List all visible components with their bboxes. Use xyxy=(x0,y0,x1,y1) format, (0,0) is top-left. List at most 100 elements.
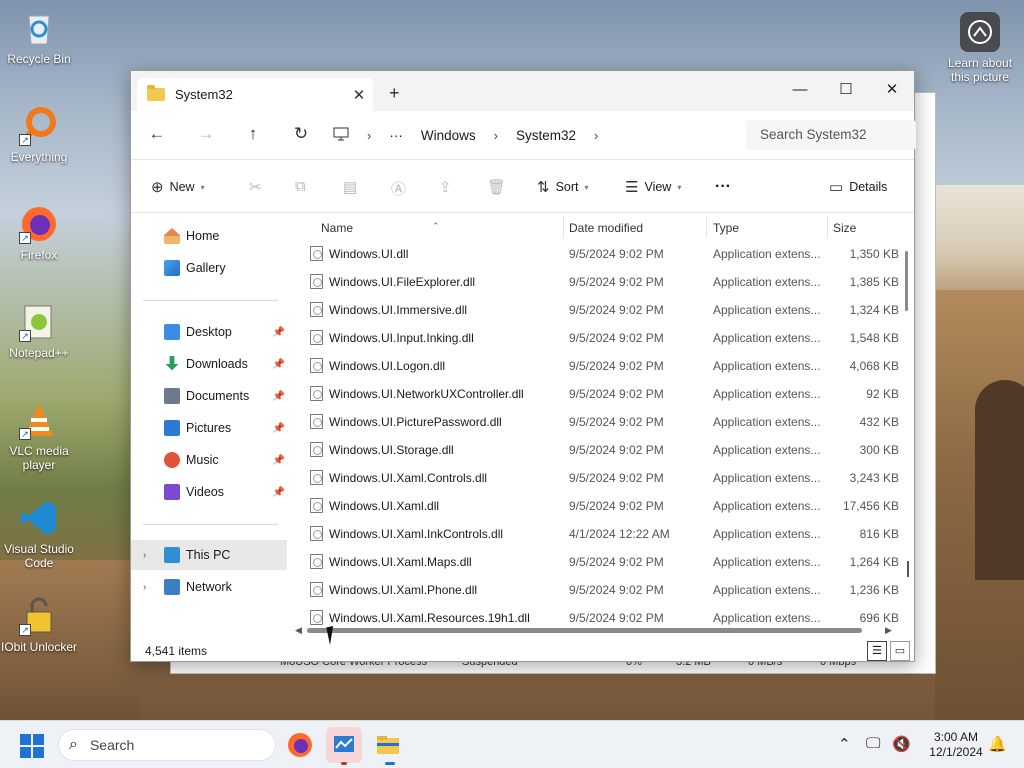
breadcrumb-system32[interactable]: System32 xyxy=(516,128,576,143)
column-type[interactable]: Type xyxy=(713,221,739,235)
horizontal-scrollbar-thumb[interactable] xyxy=(307,628,862,633)
desktop-icon-firefox[interactable]: ↗ Firefox xyxy=(0,204,78,262)
taskbar-file-explorer[interactable] xyxy=(370,727,406,763)
tab-system32[interactable]: System32 ✕ xyxy=(137,78,373,111)
desktop-icon-vscode[interactable]: Visual Studio Code xyxy=(0,498,78,570)
chevron-right-icon[interactable]: › xyxy=(143,550,146,561)
pin-icon[interactable]: 📌 xyxy=(273,327,285,338)
pin-icon[interactable]: 📌 xyxy=(273,391,285,402)
vertical-scrollbar-indicator[interactable] xyxy=(907,561,909,577)
scroll-right-icon[interactable]: ▶ xyxy=(885,625,892,636)
vertical-scrollbar-thumb[interactable] xyxy=(905,251,908,311)
column-name[interactable]: Name xyxy=(321,221,353,235)
sidebar-item-network[interactable]: › Network xyxy=(131,572,287,602)
close-tab-icon[interactable]: ✕ xyxy=(345,86,373,104)
file-row[interactable]: Windows.UI.Xaml.InkControls.dll 4/1/2024 … xyxy=(296,520,916,548)
minimize-icon[interactable]: — xyxy=(777,75,823,105)
column-divider[interactable] xyxy=(827,216,828,238)
chevron-right-icon[interactable]: › xyxy=(143,582,146,593)
file-size: 4,068 KB xyxy=(849,359,899,373)
clock[interactable]: 3:00 AM 12/1/2024 xyxy=(920,730,992,760)
refresh-icon[interactable]: ↻ xyxy=(289,124,313,144)
view-button[interactable]: ☰ View ▾ xyxy=(625,178,681,196)
delete-button[interactable]: 🗑 xyxy=(487,178,512,196)
breadcrumb-windows[interactable]: Windows xyxy=(421,128,476,143)
column-divider[interactable] xyxy=(706,216,707,238)
desktop-icon-everything[interactable]: ↗ Everything xyxy=(0,106,78,164)
taskbar-search-label: Search xyxy=(89,737,135,753)
pin-icon[interactable]: 📌 xyxy=(273,359,285,370)
file-row[interactable]: Windows.UI.Xaml.Phone.dll 9/5/2024 9:02 P… xyxy=(296,576,916,604)
back-icon[interactable]: ← xyxy=(145,124,169,144)
file-row[interactable]: Windows.UI.Logon.dll 9/5/2024 9:02 PM Appl… xyxy=(296,352,916,380)
column-divider[interactable] xyxy=(563,216,564,238)
file-row[interactable]: Windows.UI.Xaml.Maps.dll 9/5/2024 9:02 PM… xyxy=(296,548,916,576)
paste-button[interactable]: ▤ xyxy=(343,178,363,196)
file-row[interactable]: Windows.UI.NetworkUXController.dll 9/5/20… xyxy=(296,380,916,408)
pin-icon[interactable]: 📌 xyxy=(273,487,285,498)
taskbar-search[interactable]: ⌕ Search xyxy=(58,729,276,761)
file-row[interactable]: Windows.UI.Immersive.dll 9/5/2024 9:02 PM… xyxy=(296,296,916,324)
start-button[interactable] xyxy=(20,734,44,758)
file-date-modified: 9/5/2024 9:02 PM xyxy=(569,275,664,289)
desktop-icon-label: VLC media player xyxy=(9,444,69,472)
sidebar-item-downloads[interactable]: Downloads 📌 xyxy=(131,349,287,379)
up-icon[interactable]: ↑ xyxy=(241,124,265,144)
sidebar-item-desktop[interactable]: Desktop 📌 xyxy=(131,317,287,347)
sidebar-item-music[interactable]: Music 📌 xyxy=(131,445,287,475)
details-view-icon[interactable]: ☰ xyxy=(867,641,887,661)
file-row[interactable]: Windows.UI.Storage.dll 9/5/2024 9:02 PM Ap… xyxy=(296,436,916,464)
sidebar-item-pictures[interactable]: Pictures 📌 xyxy=(131,413,287,443)
title-bar[interactable]: System32 ✕ + — ☐ ✕ xyxy=(131,71,914,111)
details-button[interactable]: ▭ Details xyxy=(829,178,887,196)
column-date-modified[interactable]: Date modified xyxy=(569,221,643,235)
breadcrumb-ellipsis[interactable]: ··· xyxy=(389,128,403,143)
new-button[interactable]: ⊕ New ▾ xyxy=(151,178,205,196)
file-row[interactable]: Windows.UI.dll 9/5/2024 9:02 PM Applicatio… xyxy=(296,240,916,268)
close-icon[interactable]: ✕ xyxy=(869,75,915,105)
column-size[interactable]: Size xyxy=(833,221,856,235)
file-row[interactable]: Windows.UI.FileExplorer.dll 9/5/2024 9:02… xyxy=(296,268,916,296)
desktop-icon-recycle-bin[interactable]: Recycle Bin xyxy=(0,8,78,66)
file-row[interactable]: Windows.UI.Input.Inking.dll 9/5/2024 9:02… xyxy=(296,324,916,352)
volume-muted-icon[interactable]: 🔇 xyxy=(892,735,911,753)
more-options-button[interactable]: ··· xyxy=(715,178,731,196)
sort-button[interactable]: ⇅ Sort ▾ xyxy=(537,178,589,196)
forward-icon[interactable]: → xyxy=(194,124,218,144)
pin-icon[interactable]: 📌 xyxy=(273,455,285,466)
file-row[interactable]: Windows.UI.PicturePassword.dll 9/5/2024 9… xyxy=(296,408,916,436)
desktop-icon-iobit-unlocker[interactable]: ↗ IObit Unlocker xyxy=(0,596,78,654)
network-status-icon[interactable]: 🖵 xyxy=(866,735,880,752)
horizontal-scrollbar[interactable]: ◀ ▶ xyxy=(293,625,895,635)
monitor-icon xyxy=(333,127,349,144)
dll-file-icon xyxy=(310,554,323,569)
address-bar[interactable]: › ··· Windows › System32 › xyxy=(333,120,737,150)
file-row[interactable]: Windows.UI.Xaml.Controls.dll 9/5/2024 9:0… xyxy=(296,464,916,492)
learn-about-picture[interactable]: Learn about this picture xyxy=(940,8,1020,84)
rename-button[interactable]: Ⓐ xyxy=(391,178,412,199)
share-button[interactable]: ⇪ xyxy=(439,178,458,196)
sidebar-item-videos[interactable]: Videos 📌 xyxy=(131,477,287,507)
chevron-down-icon: ▾ xyxy=(584,182,589,192)
sidebar-item-documents[interactable]: Documents 📌 xyxy=(131,381,287,411)
pin-icon[interactable]: 📌 xyxy=(273,423,285,434)
maximize-icon[interactable]: ☐ xyxy=(823,75,869,105)
taskbar-firefox[interactable] xyxy=(282,727,318,763)
sidebar-item-home[interactable]: Home xyxy=(131,221,287,251)
sidebar-item-this-pc[interactable]: › This PC xyxy=(131,540,287,570)
cut-button[interactable]: ✂ xyxy=(249,178,268,196)
taskbar-task-manager[interactable] xyxy=(326,727,362,763)
file-explorer-window[interactable]: System32 ✕ + — ☐ ✕ ← → ↑ ↻ › ··· Windows… xyxy=(130,70,916,662)
copy-button[interactable]: ⧉ xyxy=(295,178,312,195)
scroll-left-icon[interactable]: ◀ xyxy=(295,625,302,636)
chevron-up-icon[interactable]: ⌃ xyxy=(838,735,851,753)
camera-icon xyxy=(960,12,1000,52)
sidebar-item-gallery[interactable]: Gallery xyxy=(131,253,287,283)
desktop-icon-vlc[interactable]: ↗ VLC media player xyxy=(0,400,78,472)
file-row[interactable]: Windows.UI.Xaml.dll 9/5/2024 9:02 PM Appli… xyxy=(296,492,916,520)
search-input[interactable]: Search System32 xyxy=(746,120,916,150)
tiles-view-icon[interactable]: ▭ xyxy=(890,641,910,661)
desktop-icon-notepad-plus-plus[interactable]: ↗ Notepad++ xyxy=(0,302,78,360)
notification-bell-icon[interactable]: 🔔 xyxy=(988,735,1007,753)
new-tab-icon[interactable]: + xyxy=(389,83,400,104)
